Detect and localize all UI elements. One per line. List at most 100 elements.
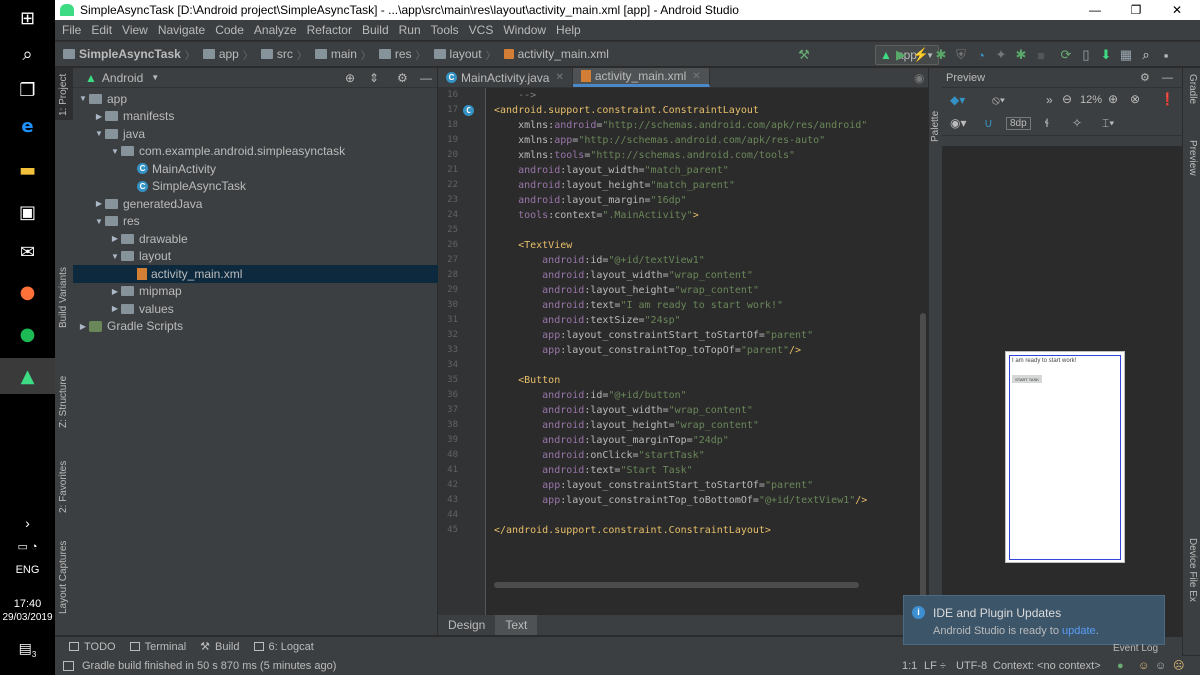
file-encoding[interactable]: UTF-8 <box>956 660 987 672</box>
menu-file[interactable]: File <box>57 23 86 37</box>
event-log-label[interactable]: Event Log <box>1113 643 1158 654</box>
code-area[interactable]: 16 --> 17 <android.support.constraint.Cons… <box>438 88 916 615</box>
tab-design[interactable]: Design <box>438 615 495 635</box>
maximize-button[interactable]: ❐ <box>1116 0 1156 20</box>
warning-icon[interactable]: ❗ <box>1160 92 1175 106</box>
eye-icon[interactable]: ◉ <box>914 71 924 85</box>
magnet-icon[interactable]: ∪ <box>984 116 993 130</box>
tree-item[interactable]: ▶ manifests <box>73 108 438 126</box>
chevron-down-icon[interactable]: ▼ <box>109 252 121 261</box>
tree-item[interactable]: ▶ drawable <box>73 230 438 248</box>
debug-icon[interactable]: ✱ <box>932 46 950 64</box>
tree-item[interactable]: ▼ layout <box>73 248 438 266</box>
stop-icon[interactable]: ■ <box>1032 46 1050 64</box>
zoom-fit-icon[interactable]: ⊗ <box>1130 92 1140 106</box>
more-icon[interactable]: ▪ <box>1157 46 1175 64</box>
close-icon[interactable]: ✕ <box>555 72 563 83</box>
tree-item[interactable]: ▶ generatedJava <box>73 195 438 213</box>
breadcrumb-app[interactable]: app 〉 <box>195 47 253 62</box>
code-line[interactable]: app:layout_constraintTop_toBottomOf="@+i… <box>494 495 867 506</box>
apply-changes-icon[interactable]: ⚡ <box>912 46 930 64</box>
run-icon[interactable]: ▶ <box>892 46 910 64</box>
file-explorer-icon[interactable]: ▬ <box>0 152 55 188</box>
orientation-icon[interactable]: ⦸▾ <box>992 93 1005 108</box>
tree-item[interactable]: C MainActivity <box>73 160 438 178</box>
clock-date[interactable]: 29/03/2019 <box>0 612 55 623</box>
eye-icon[interactable]: ◉▾ <box>950 116 967 130</box>
code-line[interactable]: xmlns:app="http://schemas.android.com/ap… <box>494 135 825 146</box>
breadcrumb-layout[interactable]: layout 〉 <box>426 47 496 62</box>
menu-navigate[interactable]: Navigate <box>153 23 210 37</box>
code-line[interactable]: android:onClick="startTask" <box>494 450 705 461</box>
code-line[interactable]: android:layout_width="wrap_content" <box>494 405 753 416</box>
layers-icon[interactable]: ◆▾ <box>950 93 965 107</box>
line-separator[interactable]: LF ÷ <box>924 660 946 672</box>
spotify-icon[interactable]: ● <box>0 316 55 352</box>
context-indicator[interactable]: Context: <no context> <box>993 660 1101 672</box>
build-variants-tool-tab[interactable]: Build Variants <box>55 263 73 333</box>
store-icon[interactable]: ▣ <box>0 194 55 230</box>
code-line[interactable]: android:id="@+id/textView1" <box>494 255 705 266</box>
tab-mainactivity-java[interactable]: C MainActivity.java ✕ <box>438 68 573 87</box>
chevron-right-icon[interactable]: ▶ <box>93 112 105 121</box>
code-line[interactable]: app:layout_constraintStart_toStartOf="pa… <box>494 330 813 341</box>
chevron-down-icon[interactable]: ▼ <box>93 217 105 226</box>
breadcrumb-res[interactable]: res 〉 <box>371 47 426 62</box>
chevron-right-icon[interactable]: ▶ <box>93 199 105 208</box>
tree-item[interactable]: ▼ java <box>73 125 438 143</box>
attach-debugger-icon[interactable]: ✦ <box>992 46 1010 64</box>
code-line[interactable]: android:id="@+id/button" <box>494 390 687 401</box>
terminal-tool-tab[interactable]: Terminal <box>129 641 186 653</box>
menu-code[interactable]: Code <box>210 23 249 37</box>
code-line[interactable]: tools:context=".MainActivity"> <box>494 210 699 221</box>
menu-view[interactable]: View <box>117 23 153 37</box>
network-tray-icon[interactable]: ▭ ◔ <box>0 540 55 553</box>
code-line[interactable]: <Button <box>494 375 560 386</box>
collapse-all-icon[interactable]: ⇕ <box>369 71 379 85</box>
tree-item[interactable]: ▼ app <box>73 90 438 108</box>
structure-tool-tab[interactable]: Z: Structure <box>55 363 73 433</box>
tab-text[interactable]: Text <box>495 615 538 635</box>
breadcrumb-main[interactable]: main 〉 <box>307 47 371 62</box>
clock-time[interactable]: 17:40 <box>0 598 55 610</box>
edge-browser-icon[interactable]: e <box>0 108 55 144</box>
sdk-manager-icon[interactable]: ⬇ <box>1097 46 1115 64</box>
toggle-tool-windows-icon[interactable] <box>63 660 74 671</box>
tree-item[interactable]: ▶ Gradle Scripts <box>73 318 438 336</box>
minimize-button[interactable]: — <box>1075 0 1115 20</box>
menu-refactor[interactable]: Refactor <box>302 23 357 37</box>
zoom-out-icon[interactable]: ⊖ <box>1062 92 1072 106</box>
profile-icon[interactable]: ◔ <box>972 46 990 64</box>
chevron-right-icon[interactable]: › <box>0 515 55 531</box>
close-button[interactable]: ✕ <box>1157 0 1197 20</box>
code-line[interactable]: android:layout_height="match_parent" <box>494 180 735 191</box>
preview-canvas[interactable]: I am ready to start work! START TASK <box>942 146 1182 666</box>
tab-activity-main-xml[interactable]: activity_main.xml ✕ <box>572 68 710 87</box>
code-line[interactable]: xmlns:android="http://schemas.android.co… <box>494 120 867 131</box>
palette-tab[interactable]: Palette <box>930 111 941 142</box>
breadcrumb-file[interactable]: activity_main.xml <box>496 47 609 61</box>
chevron-right-icon[interactable]: ▶ <box>109 234 121 243</box>
code-line[interactable]: --> <box>494 90 536 101</box>
logcat-tool-tab[interactable]: 6: Logcat <box>253 641 314 653</box>
code-line[interactable]: <TextView <box>494 240 572 251</box>
code-line[interactable]: app:layout_constraintStart_toStartOf="pa… <box>494 480 813 491</box>
todo-tool-tab[interactable]: TODO <box>69 641 116 653</box>
code-line[interactable]: xmlns:tools="http://schemas.android.com/… <box>494 150 795 161</box>
task-view-icon[interactable]: ❐ <box>0 72 55 108</box>
chevron-right-icon[interactable]: ▶ <box>109 287 121 296</box>
notification-center-icon[interactable]: ▤3 <box>0 640 55 659</box>
tree-item[interactable]: activity_main.xml <box>73 265 438 283</box>
code-line[interactable]: </android.support.constraint.ConstraintL… <box>494 525 771 536</box>
close-icon[interactable]: ✕ <box>692 71 700 82</box>
tree-item[interactable]: ▼ res <box>73 213 438 231</box>
cursor-position[interactable]: 1:1 <box>902 660 917 672</box>
code-line[interactable]: android:textSize="24sp" <box>494 315 681 326</box>
menu-window[interactable]: Window <box>498 23 551 37</box>
favorites-tool-tab[interactable]: 2: Favorites <box>55 448 73 518</box>
firefox-icon[interactable]: ● <box>0 274 55 310</box>
avd-manager-icon[interactable]: ▯ <box>1077 46 1095 64</box>
code-line[interactable]: android:layout_height="wrap_content" <box>494 285 759 296</box>
build-tool-tab[interactable]: ⚒ Build <box>200 640 239 654</box>
code-line[interactable]: android:layout_width="wrap_content" <box>494 270 753 281</box>
